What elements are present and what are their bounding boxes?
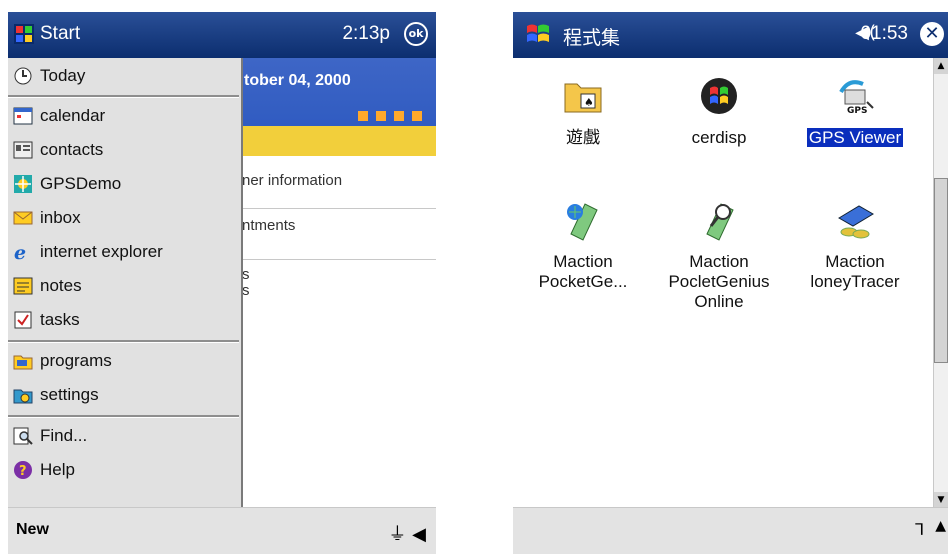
program-label: GPS Viewer bbox=[785, 128, 925, 148]
banner-strip bbox=[240, 126, 436, 156]
owner-info-text: ner information bbox=[242, 172, 343, 189]
selected-label: GPS Viewer bbox=[806, 128, 904, 147]
start-title[interactable]: Start bbox=[40, 23, 80, 45]
today-icon bbox=[14, 67, 32, 85]
power-plug-icon[interactable]: ⏚ bbox=[388, 524, 406, 545]
menu-separator bbox=[8, 340, 239, 343]
menu-item-settings[interactable]: settings bbox=[8, 379, 239, 411]
menu-separator bbox=[8, 415, 239, 418]
today-owner-info-row[interactable]: ner information bbox=[240, 160, 436, 209]
cerdisp-icon bbox=[701, 78, 737, 114]
banner-decoration bbox=[350, 106, 422, 125]
menu-label-tasks: tasks bbox=[40, 310, 80, 329]
svg-text:?: ? bbox=[19, 464, 27, 479]
vertical-scrollbar[interactable]: ▲ ▼ bbox=[933, 58, 948, 508]
program-label: 遊戲 bbox=[566, 128, 600, 147]
windows-flag-icon[interactable] bbox=[523, 20, 553, 50]
menu-item-inbox[interactable]: inbox bbox=[8, 202, 239, 234]
programs-folder-icon bbox=[13, 355, 33, 370]
today-text-b: s bbox=[242, 282, 250, 299]
today-appointments-row[interactable]: ntments bbox=[240, 209, 436, 260]
scroll-down-arrow-icon[interactable]: ▼ bbox=[934, 492, 948, 508]
inbox-envelope-icon bbox=[13, 211, 33, 225]
menu-item-contacts[interactable]: contacts bbox=[8, 134, 239, 166]
menu-label-programs: programs bbox=[40, 351, 112, 370]
today-date-banner[interactable]: tober 04, 2000 bbox=[240, 58, 436, 156]
appointments-text: ntments bbox=[242, 217, 296, 234]
today-date: tober 04, 2000 bbox=[244, 72, 351, 89]
menu-label-ie: internet explorer bbox=[40, 242, 163, 261]
notes-icon bbox=[13, 277, 33, 295]
menu-item-internet-explorer[interactable]: e internet explorer bbox=[8, 236, 239, 268]
svg-text:GPS: GPS bbox=[847, 106, 867, 116]
clock-time[interactable]: 2:13p bbox=[342, 23, 390, 45]
volume-icon[interactable]: ◀ bbox=[412, 524, 426, 545]
menu-label-notes: notes bbox=[40, 276, 82, 295]
find-magnifier-icon bbox=[13, 427, 33, 445]
input-panel-arrow-icon[interactable]: ▲ bbox=[935, 518, 946, 534]
tray-icons[interactable]: ⏚ ◀ bbox=[388, 520, 426, 546]
start-flag-icon[interactable] bbox=[13, 22, 35, 46]
menu-separator bbox=[8, 95, 239, 98]
program-icon-maction-moneytracer[interactable]: Maction loneyTracer bbox=[785, 198, 925, 292]
left-command-bar: New ⏚ ◀ bbox=[8, 507, 436, 554]
maction-moneytracer-icon bbox=[838, 205, 874, 239]
program-icon-games[interactable]: ♠ 遊戲 bbox=[513, 74, 653, 148]
right-command-bar: ⅂ ▲ bbox=[513, 507, 948, 554]
games-folder-icon: ♠ bbox=[564, 83, 602, 113]
gps-viewer-icon: GPS bbox=[839, 80, 874, 116]
menu-item-today[interactable]: Today bbox=[8, 60, 239, 92]
scroll-thumb[interactable] bbox=[934, 178, 948, 363]
program-icon-gps-viewer[interactable]: GPS GPS Viewer bbox=[785, 74, 925, 148]
right-title-bar: 程式集 ◀​( 01:53 ✕ bbox=[513, 12, 948, 58]
menu-label-calendar: calendar bbox=[40, 106, 106, 125]
menu-item-calendar[interactable]: calendar bbox=[8, 100, 239, 132]
clock-time[interactable]: 01:53 bbox=[860, 23, 908, 45]
program-icon-maction-pocketgenius[interactable]: Maction PocketGe... bbox=[513, 198, 653, 292]
calendar-icon bbox=[13, 107, 33, 125]
today-text-a: s bbox=[242, 266, 250, 283]
menu-item-notes[interactable]: notes bbox=[8, 270, 239, 302]
start-menu: Today calendar contacts GPSDemo inbox e … bbox=[8, 58, 243, 510]
left-pocketpc-screen: Start 2:13p ok tober 04, 2000 ner inform… bbox=[8, 12, 436, 554]
internet-explorer-icon: e bbox=[14, 242, 26, 262]
gpsdemo-icon bbox=[14, 175, 32, 193]
program-label: Maction PocketGe... bbox=[538, 252, 628, 291]
svg-text:♠: ♠ bbox=[584, 96, 594, 109]
new-button[interactable]: New bbox=[16, 521, 49, 539]
scroll-up-arrow-icon[interactable]: ▲ bbox=[934, 58, 948, 74]
menu-label-settings: settings bbox=[40, 385, 99, 404]
close-button[interactable]: ✕ bbox=[920, 22, 944, 46]
menu-item-tasks[interactable]: tasks bbox=[8, 304, 239, 336]
program-icon-cerdisp[interactable]: cerdisp bbox=[649, 74, 789, 148]
today-tasks-row[interactable]: s s bbox=[240, 260, 436, 305]
menu-label-find: Find... bbox=[40, 426, 88, 445]
right-pocketpc-screen: 程式集 ◀​( 01:53 ✕ ♠ 遊戲 cerdisp GPS GPS Vie… bbox=[513, 12, 948, 554]
left-title-bar: Start 2:13p ok bbox=[8, 12, 436, 58]
menu-item-help[interactable]: ? Help bbox=[8, 454, 239, 486]
menu-label-inbox: inbox bbox=[40, 208, 81, 227]
menu-item-find[interactable]: Find... bbox=[8, 420, 239, 452]
program-label: Maction PocletGenius Online bbox=[668, 252, 770, 311]
program-label: Maction loneyTracer bbox=[810, 252, 900, 291]
ok-button[interactable]: ok bbox=[404, 22, 428, 46]
maction-pocketgenius-icon bbox=[567, 203, 598, 241]
menu-item-gpsdemo[interactable]: GPSDemo bbox=[8, 168, 239, 200]
settings-gear-icon bbox=[13, 389, 33, 404]
menu-item-programs[interactable]: programs bbox=[8, 345, 239, 377]
programs-title[interactable]: 程式集 bbox=[563, 23, 620, 50]
maction-online-icon bbox=[706, 203, 734, 241]
help-question-icon: ? bbox=[14, 461, 32, 479]
program-icon-maction-online[interactable]: Maction PocletGenius Online bbox=[649, 198, 789, 312]
program-label: cerdisp bbox=[691, 128, 747, 147]
menu-label-contacts: contacts bbox=[40, 140, 104, 159]
tasks-checkbox-icon bbox=[14, 311, 32, 329]
menu-label-today: Today bbox=[40, 66, 86, 85]
input-panel-icon[interactable]: ⅂ bbox=[915, 520, 924, 539]
svg-text:e: e bbox=[14, 242, 26, 262]
menu-label-help: Help bbox=[40, 460, 75, 479]
menu-label-gpsdemo: GPSDemo bbox=[40, 174, 122, 193]
contacts-icon bbox=[13, 141, 33, 159]
